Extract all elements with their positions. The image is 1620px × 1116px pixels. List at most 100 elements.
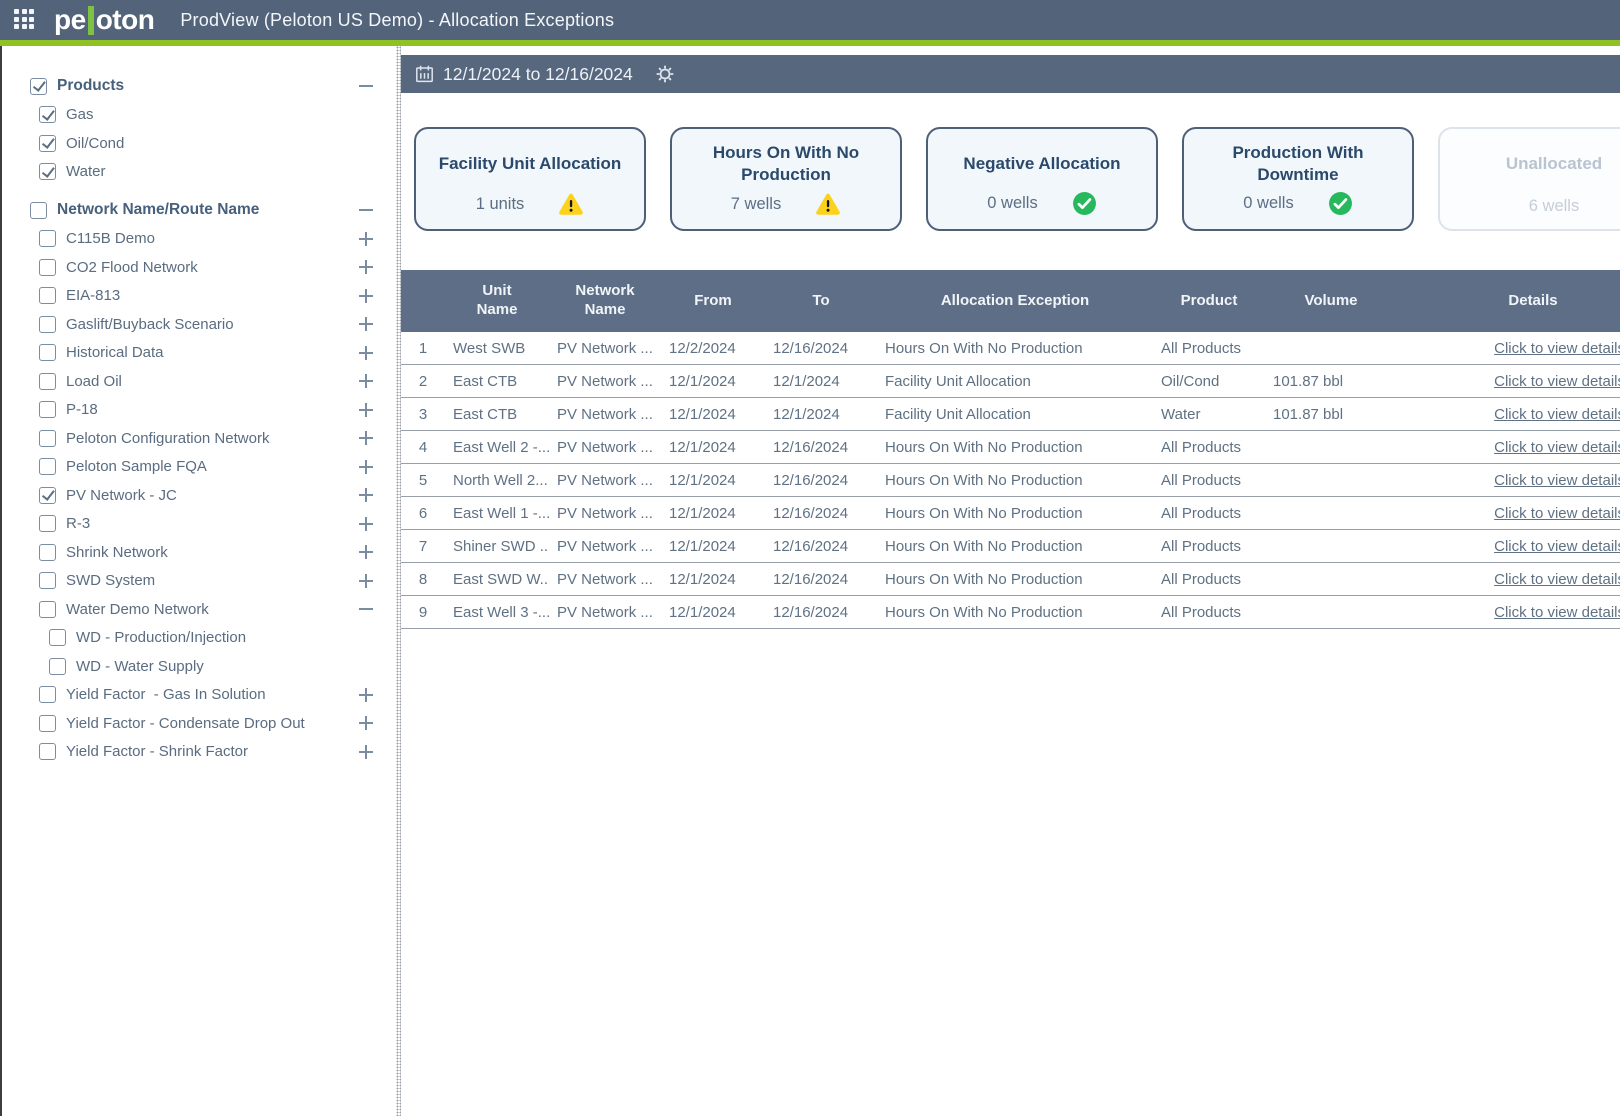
- sidebar-filter-item[interactable]: Peloton Configuration Network: [2, 424, 396, 453]
- expand-plus-icon[interactable]: [358, 430, 374, 446]
- sidebar-filter-item[interactable]: WD - Water Supply: [2, 652, 396, 681]
- sidebar-filter-item[interactable]: Gas: [2, 101, 396, 130]
- details-link[interactable]: Click to view details: [1494, 472, 1620, 489]
- collapse-minus-icon[interactable]: [358, 78, 374, 94]
- sidebar-filter-item[interactable]: Oil/Cond: [2, 129, 396, 158]
- sidebar-filter-item[interactable]: P-18: [2, 396, 396, 425]
- column-header-details[interactable]: Details: [1397, 270, 1620, 332]
- table-row[interactable]: 7 Shiner SWD ... PV Network ... 12/1/202…: [401, 530, 1620, 563]
- checkbox[interactable]: [39, 344, 56, 361]
- checkbox[interactable]: [39, 106, 56, 123]
- table-row[interactable]: 3 East CTB PV Network ... 12/1/2024 12/1…: [401, 398, 1620, 431]
- details-link[interactable]: Click to view details: [1494, 340, 1620, 357]
- expand-plus-icon[interactable]: [358, 316, 374, 332]
- table-row[interactable]: 8 East SWD W... PV Network ... 12/1/2024…: [401, 563, 1620, 596]
- expand-plus-icon[interactable]: [358, 345, 374, 361]
- gear-icon[interactable]: [655, 64, 675, 84]
- checkbox[interactable]: [39, 135, 56, 152]
- column-header-volume[interactable]: Volume: [1265, 270, 1397, 332]
- checkbox[interactable]: [39, 743, 56, 760]
- date-range-text[interactable]: 12/1/2024 to 12/16/2024: [443, 64, 633, 85]
- expand-plus-icon[interactable]: [358, 259, 374, 275]
- details-link[interactable]: Click to view details: [1494, 538, 1620, 555]
- expand-plus-icon[interactable]: [358, 373, 374, 389]
- sidebar-filter-item[interactable]: Historical Data: [2, 339, 396, 368]
- checkbox[interactable]: [39, 544, 56, 561]
- sidebar-filter-item[interactable]: C115B Demo: [2, 225, 396, 254]
- sidebar-filter-item[interactable]: EIA-813: [2, 282, 396, 311]
- checkbox[interactable]: [49, 658, 66, 675]
- checkbox[interactable]: [39, 715, 56, 732]
- table-row[interactable]: 1 West SWB PV Network ... 12/2/2024 12/1…: [401, 332, 1620, 365]
- expand-plus-icon[interactable]: [358, 402, 374, 418]
- sidebar-filter-item[interactable]: Water: [2, 158, 396, 187]
- expand-plus-icon[interactable]: [358, 487, 374, 503]
- sidebar-filter-item[interactable]: Shrink Network: [2, 538, 396, 567]
- checkbox[interactable]: [39, 430, 56, 447]
- sidebar-filter-item[interactable]: Load Oil: [2, 367, 396, 396]
- checkbox[interactable]: [39, 373, 56, 390]
- expand-plus-icon[interactable]: [358, 231, 374, 247]
- details-link[interactable]: Click to view details: [1494, 505, 1620, 522]
- checkbox[interactable]: [30, 202, 47, 219]
- sidebar-filter-item[interactable]: Water Demo Network: [2, 595, 396, 624]
- sidebar-filter-item[interactable]: CO2 Flood Network: [2, 253, 396, 282]
- sidebar-filter-item[interactable]: Products: [2, 72, 396, 101]
- expand-plus-icon[interactable]: [358, 516, 374, 532]
- expand-plus-icon[interactable]: [358, 744, 374, 760]
- column-header-allocation-exception[interactable]: Allocation Exception: [877, 270, 1153, 332]
- sidebar-filter-item[interactable]: Network Name/Route Name: [2, 196, 396, 225]
- column-header-from[interactable]: From: [661, 270, 765, 332]
- checkbox[interactable]: [39, 601, 56, 618]
- column-header-product[interactable]: Product: [1153, 270, 1265, 332]
- table-row[interactable]: 4 East Well 2 -... PV Network ... 12/1/2…: [401, 431, 1620, 464]
- sidebar-filter-item[interactable]: Peloton Sample FQA: [2, 453, 396, 482]
- expand-plus-icon[interactable]: [358, 544, 374, 560]
- summary-card[interactable]: Hours On With No Production 7 wells: [670, 127, 902, 231]
- expand-plus-icon[interactable]: [358, 288, 374, 304]
- checkbox[interactable]: [39, 287, 56, 304]
- checkbox[interactable]: [39, 163, 56, 180]
- checkbox[interactable]: [39, 316, 56, 333]
- expand-plus-icon[interactable]: [358, 573, 374, 589]
- column-header-unit-name[interactable]: Unit Name: [445, 270, 549, 332]
- table-row[interactable]: 2 East CTB PV Network ... 12/1/2024 12/1…: [401, 365, 1620, 398]
- table-row[interactable]: 5 North Well 2... PV Network ... 12/1/20…: [401, 464, 1620, 497]
- sidebar-filter-item[interactable]: WD - Production/Injection: [2, 624, 396, 653]
- table-row[interactable]: 6 East Well 1 -... PV Network ... 12/1/2…: [401, 497, 1620, 530]
- sidebar-filter-item[interactable]: PV Network - JC: [2, 481, 396, 510]
- expand-plus-icon[interactable]: [358, 715, 374, 731]
- sidebar-filter-item[interactable]: Yield Factor - Condensate Drop Out: [2, 709, 396, 738]
- details-link[interactable]: Click to view details: [1494, 571, 1620, 588]
- calendar-icon[interactable]: [414, 64, 435, 85]
- sidebar-filter-item[interactable]: Yield Factor - Shrink Factor: [2, 738, 396, 767]
- checkbox[interactable]: [39, 401, 56, 418]
- sidebar-filter-item[interactable]: Gaslift/Buyback Scenario: [2, 310, 396, 339]
- details-link[interactable]: Click to view details: [1494, 406, 1620, 423]
- checkbox[interactable]: [39, 515, 56, 532]
- summary-card[interactable]: Negative Allocation 0 wells: [926, 127, 1158, 231]
- table-row[interactable]: 9 East Well 3 -... PV Network ... 12/1/2…: [401, 596, 1620, 629]
- summary-card[interactable]: Production With Downtime 0 wells: [1182, 127, 1414, 231]
- expand-plus-icon[interactable]: [358, 459, 374, 475]
- checkbox[interactable]: [49, 629, 66, 646]
- checkbox[interactable]: [39, 487, 56, 504]
- collapse-minus-icon[interactable]: [358, 601, 374, 617]
- column-header-to[interactable]: To: [765, 270, 877, 332]
- sidebar-filter-item[interactable]: R-3: [2, 510, 396, 539]
- checkbox[interactable]: [39, 572, 56, 589]
- summary-card[interactable]: Unallocated 6 wells: [1438, 127, 1620, 231]
- app-launcher-grid-icon[interactable]: [14, 9, 36, 31]
- checkbox[interactable]: [39, 458, 56, 475]
- expand-plus-icon[interactable]: [358, 687, 374, 703]
- checkbox[interactable]: [39, 259, 56, 276]
- sidebar-filter-item[interactable]: Yield Factor - Gas In Solution: [2, 681, 396, 710]
- details-link[interactable]: Click to view details: [1494, 604, 1620, 621]
- checkbox[interactable]: [39, 230, 56, 247]
- checkbox[interactable]: [30, 78, 47, 95]
- summary-card[interactable]: Facility Unit Allocation 1 units: [414, 127, 646, 231]
- details-link[interactable]: Click to view details: [1494, 373, 1620, 390]
- column-header-network-name[interactable]: Network Name: [549, 270, 661, 332]
- collapse-minus-icon[interactable]: [358, 202, 374, 218]
- sidebar-filter-item[interactable]: SWD System: [2, 567, 396, 596]
